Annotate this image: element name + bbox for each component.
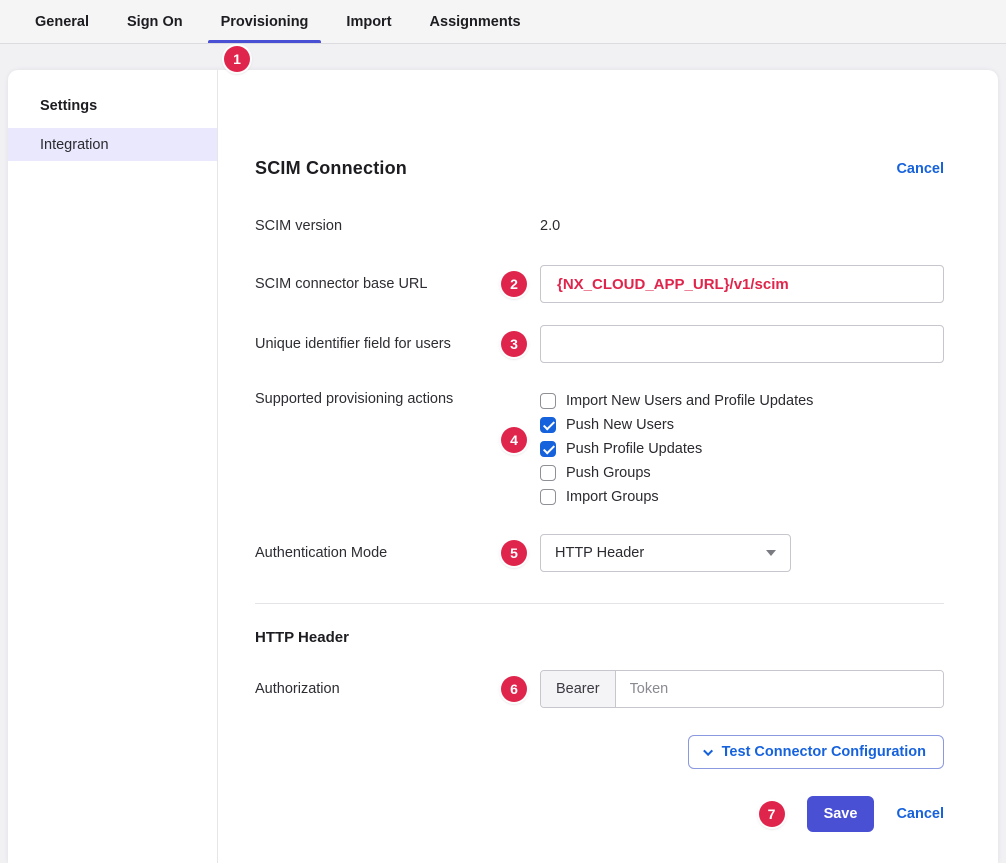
base-url-label: SCIM connector base URL: [255, 274, 540, 294]
import-new-users-checkbox[interactable]: [540, 393, 556, 409]
annotation-badge-2: 2: [501, 271, 527, 297]
annotation-badge-7: 7: [759, 801, 785, 827]
tab-general[interactable]: General: [16, 0, 108, 43]
page: General Sign On Provisioning Import Assi…: [0, 0, 1006, 863]
option-label: Push Profile Updates: [566, 441, 702, 457]
page-title: SCIM Connection: [255, 158, 407, 179]
test-connector-button[interactable]: Test Connector Configuration: [688, 735, 944, 769]
auth-mode-select[interactable]: HTTP Header: [540, 534, 791, 572]
cancel-link-top[interactable]: Cancel: [896, 161, 944, 177]
token-input[interactable]: [616, 671, 943, 707]
option-label: Import Groups: [566, 489, 659, 505]
base-url-input[interactable]: [540, 265, 944, 303]
provisioning-actions-label: Supported provisioning actions: [255, 389, 540, 409]
bearer-prefix: Bearer: [541, 671, 616, 707]
option-import-groups: Import Groups: [540, 485, 944, 509]
auth-mode-label: Authentication Mode: [255, 543, 540, 563]
authorization-input-group: Bearer: [540, 670, 944, 708]
import-groups-checkbox[interactable]: [540, 489, 556, 505]
sidebar-title: Settings: [40, 98, 217, 114]
unique-id-input[interactable]: [540, 325, 944, 363]
option-import-new-users: Import New Users and Profile Updates: [540, 389, 944, 413]
annotation-badge-1: 1: [224, 46, 250, 72]
tab-import[interactable]: Import: [327, 0, 410, 43]
push-profile-updates-checkbox[interactable]: [540, 441, 556, 457]
push-groups-checkbox[interactable]: [540, 465, 556, 481]
annotation-badge-5: 5: [501, 540, 527, 566]
option-push-profile-updates: Push Profile Updates: [540, 437, 944, 461]
authorization-label: Authorization: [255, 679, 540, 699]
scim-form: SCIM Connection Cancel SCIM version 2.0 …: [218, 70, 998, 863]
option-label: Import New Users and Profile Updates: [566, 393, 813, 409]
sidebar-item-integration[interactable]: Integration: [8, 128, 217, 161]
scim-version-label: SCIM version: [255, 216, 540, 236]
http-header-section-title: HTTP Header: [255, 629, 944, 646]
unique-id-label: Unique identifier field for users: [255, 334, 540, 354]
save-button[interactable]: Save: [807, 796, 875, 832]
annotation-badge-4: 4: [501, 427, 527, 453]
cancel-link-bottom[interactable]: Cancel: [896, 806, 944, 822]
test-connector-label: Test Connector Configuration: [722, 744, 926, 760]
auth-mode-selected-value: HTTP Header: [555, 545, 644, 561]
sidebar-item-label: Integration: [40, 137, 109, 153]
scim-version-value: 2.0: [540, 218, 560, 234]
chevron-down-icon: [766, 550, 776, 556]
annotation-badge-3: 3: [501, 331, 527, 357]
option-push-groups: Push Groups: [540, 461, 944, 485]
tab-assignments[interactable]: Assignments: [411, 0, 540, 43]
option-push-new-users: Push New Users: [540, 413, 944, 437]
push-new-users-checkbox[interactable]: [540, 417, 556, 433]
tab-sign-on[interactable]: Sign On: [108, 0, 202, 43]
option-label: Push Groups: [566, 465, 651, 481]
tab-provisioning[interactable]: Provisioning: [202, 0, 328, 43]
app-tabbar: General Sign On Provisioning Import Assi…: [0, 0, 1006, 44]
annotation-badge-6: 6: [501, 676, 527, 702]
content-card: Settings Integration SCIM Connection Can…: [8, 70, 998, 863]
option-label: Push New Users: [566, 417, 674, 433]
section-divider: [255, 603, 944, 604]
settings-sidebar: Settings Integration: [8, 70, 218, 863]
chevron-down-icon: [703, 746, 713, 756]
